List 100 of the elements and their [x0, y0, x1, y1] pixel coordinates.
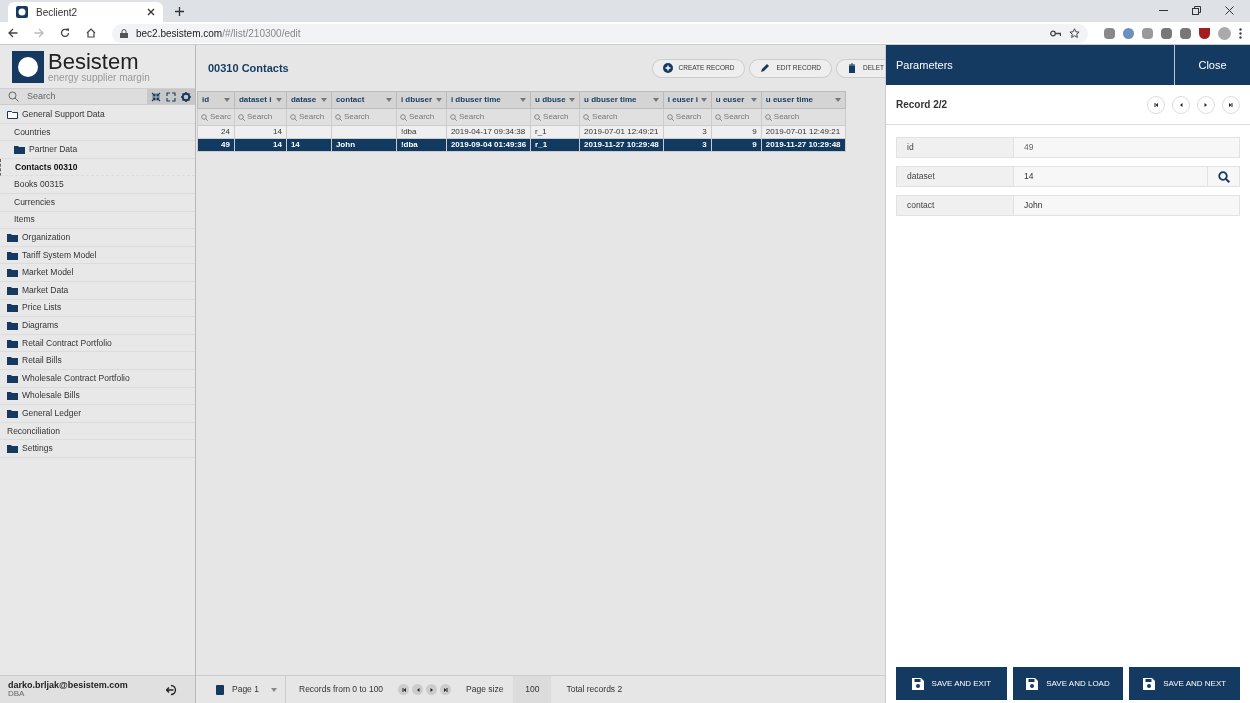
tree-item[interactable]: Diagrams	[0, 317, 195, 335]
collapse-icon[interactable]	[151, 91, 161, 102]
extension-icon[interactable]	[1142, 27, 1153, 39]
tree-item[interactable]: Contacts 00310	[0, 158, 195, 177]
close-button[interactable]: Close	[1174, 45, 1250, 85]
page-size-field[interactable]: 100	[513, 676, 552, 703]
search-icon	[764, 113, 772, 121]
table-cell: 2019-11-27 10:29:48	[584, 140, 659, 149]
new-tab-icon[interactable]	[175, 7, 184, 16]
back-icon[interactable]	[8, 28, 18, 38]
table-cell: !dba	[400, 140, 418, 149]
tree-item[interactable]: Wholesale Bills	[0, 387, 195, 406]
table-cell: 3	[702, 140, 707, 149]
extension-icon[interactable]	[1123, 27, 1134, 39]
panel-title: Parameters	[895, 57, 954, 73]
page-title: 00310 Contacts	[208, 60, 290, 76]
tree-item[interactable]: Retail Bills	[0, 352, 195, 370]
extension-icon[interactable]	[1104, 27, 1115, 39]
close-tab-icon[interactable]	[147, 8, 155, 16]
extension-icon[interactable]	[1161, 27, 1172, 39]
tree-item[interactable]: Items	[0, 211, 195, 230]
caret-icon	[435, 98, 442, 102]
caret-icon	[385, 98, 392, 102]
tree-item[interactable]: Settings	[0, 440, 195, 458]
tree-item[interactable]: Books 00315	[0, 176, 195, 194]
star-icon[interactable]	[1069, 27, 1080, 39]
pencil-icon	[760, 63, 771, 73]
search-icon	[8, 91, 19, 102]
table-cell: r_1	[535, 127, 547, 136]
tree-item[interactable]: General Ledger	[0, 405, 195, 423]
folder-icon	[7, 444, 18, 454]
site-icon	[16, 6, 28, 18]
logo-name: Besistem	[48, 50, 139, 73]
caret-icon	[520, 98, 527, 102]
folder-icon	[7, 285, 18, 295]
shield-icon[interactable]	[1199, 27, 1210, 39]
user-email: darko.brljak@besistem.com	[8, 681, 129, 690]
close-window-icon[interactable]	[1225, 6, 1234, 15]
search-icon	[289, 113, 297, 121]
tree-item[interactable]: Retail Contract Portfolio	[0, 334, 195, 353]
caret-icon	[652, 98, 659, 102]
browser-tab[interactable]: Beclient2	[8, 2, 163, 22]
search-icon	[334, 113, 342, 121]
table-cell: 14	[273, 127, 282, 136]
table-cell: 2019-07-01 12:49:21	[765, 127, 841, 136]
url-text: bec2.besistem.com/#/list/210300/edit	[136, 26, 301, 41]
tree-item[interactable]: Market Model	[0, 264, 195, 282]
tree-item[interactable]: Market Data	[0, 281, 195, 300]
search-icon	[714, 113, 722, 121]
caret-icon	[700, 98, 707, 102]
table-cell: 2019-04-17 09:34:38	[450, 127, 526, 136]
tree-item[interactable]: Countries	[0, 123, 195, 142]
expand-icon[interactable]	[166, 91, 176, 102]
user-role: DBA	[8, 690, 25, 698]
folder-icon	[7, 408, 18, 418]
next-page-icon[interactable]	[426, 684, 438, 695]
logout-icon[interactable]	[166, 683, 179, 696]
tree-item[interactable]: Price Lists	[0, 299, 195, 318]
maximize-icon[interactable]	[1192, 6, 1201, 15]
folder-icon	[7, 303, 18, 313]
address-bar[interactable]: bec2.besistem.com/#/list/210300/edit	[112, 23, 1088, 43]
settings-icon[interactable]	[181, 91, 191, 102]
folder-icon	[7, 338, 18, 348]
home-icon[interactable]	[86, 28, 96, 38]
last-page-icon[interactable]	[440, 684, 452, 695]
page-selector[interactable]: Page 1	[196, 676, 286, 703]
search-icon	[534, 113, 542, 121]
page-size-label: Page size	[466, 683, 504, 696]
trash-icon	[847, 63, 858, 73]
caret-icon	[750, 98, 757, 102]
folder-icon	[7, 250, 18, 260]
caret-icon	[223, 98, 230, 102]
tree-item[interactable]: Organization	[0, 229, 195, 247]
tree-item[interactable]: Wholesale Contract Portfolio	[0, 369, 195, 388]
table-cell: 2019-11-27 10:29:48	[765, 140, 841, 149]
menu-icon[interactable]	[1239, 27, 1242, 39]
search-field[interactable]: Search	[0, 89, 147, 104]
tree-item[interactable]: Reconciliation	[0, 422, 195, 441]
search-icon	[201, 113, 208, 121]
table-cell: !dba	[400, 127, 417, 136]
extension-icon[interactable]	[1180, 27, 1191, 39]
save-button[interactable]: SAVE AND NEXT	[1129, 667, 1240, 700]
table-cell: John	[335, 140, 355, 149]
table-cell: 9	[752, 140, 757, 149]
tree-item[interactable]: General Support Data	[0, 106, 195, 124]
tree-item[interactable]: Tariff System Model	[0, 246, 195, 265]
plus-circle-icon	[662, 63, 673, 73]
first-page-icon[interactable]	[398, 684, 410, 695]
reload-icon[interactable]	[60, 28, 70, 38]
save-button[interactable]: SAVE AND EXIT	[896, 667, 1007, 700]
folder-icon	[7, 373, 18, 383]
previous-page-icon[interactable]	[412, 684, 424, 695]
tree-item[interactable]: Partner Data	[0, 141, 195, 159]
tree-item[interactable]: Currencies	[0, 193, 195, 212]
search-icon	[583, 113, 591, 121]
table-cell: 14	[273, 140, 282, 149]
search-icon	[449, 113, 457, 121]
key-icon[interactable]	[1050, 29, 1061, 37]
save-button[interactable]: SAVE AND LOAD	[1012, 667, 1124, 700]
lock-icon	[120, 28, 128, 38]
